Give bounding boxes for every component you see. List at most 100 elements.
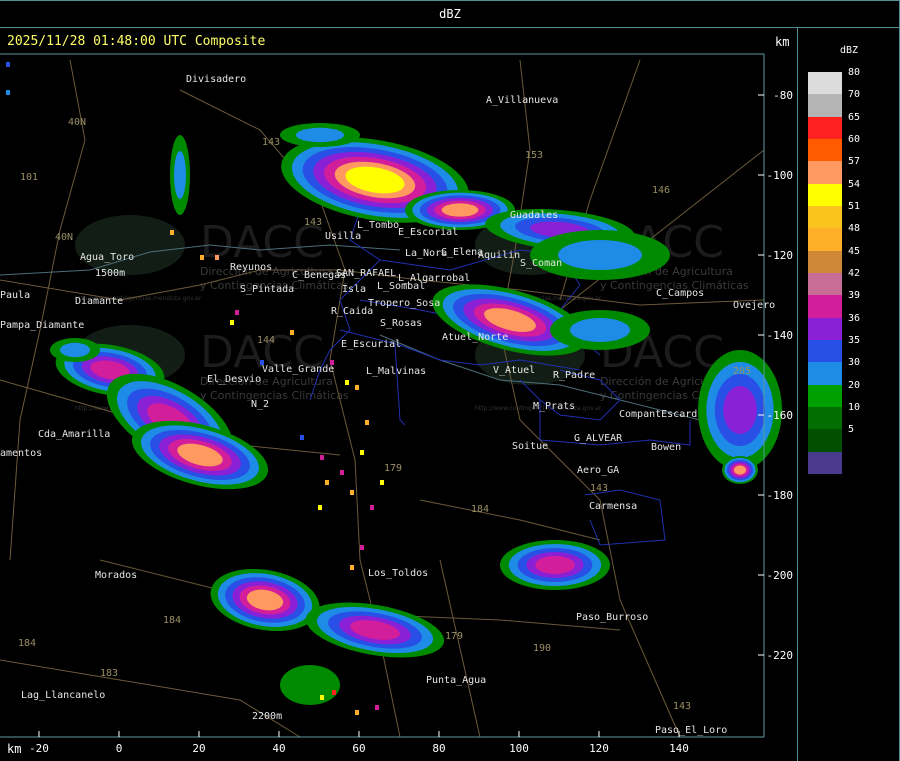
legend-swatch: [808, 317, 842, 341]
place-label[interactable]: Ovejero: [733, 300, 775, 311]
place-label[interactable]: S_Pintada: [240, 284, 294, 295]
place-label[interactable]: C_Elena: [441, 247, 483, 258]
legend-value: 39: [848, 290, 861, 302]
unit-top-label: km: [775, 35, 790, 49]
place-label[interactable]: L_Tombo: [357, 220, 399, 231]
legend-swatch: [808, 228, 842, 252]
place-label[interactable]: E_Escorial: [398, 227, 458, 238]
place-label[interactable]: Reyunos: [230, 262, 272, 273]
place-label[interactable]: M_Prats: [533, 401, 575, 412]
place-label[interactable]: El_Desvio: [207, 374, 261, 385]
place-label[interactable]: G_ALVEAR: [574, 433, 623, 444]
place-label[interactable]: S_Rosas: [380, 318, 422, 329]
legend-value: 5: [848, 424, 855, 436]
y-tick-label: -160: [767, 409, 794, 422]
road-number: 143: [590, 483, 608, 494]
echo-pixel: [370, 505, 374, 510]
place-label[interactable]: Atuel_Norte: [442, 332, 508, 343]
place-label[interactable]: Soitue: [512, 441, 548, 452]
place-label[interactable]: Diamante: [75, 296, 123, 307]
echo-pixel: [350, 565, 354, 570]
place-label[interactable]: Lag_Llancanelo: [21, 690, 105, 701]
legend-swatch: [808, 407, 842, 430]
road-number: 146: [652, 185, 670, 196]
echo-pixel: [355, 385, 359, 390]
legend-value: 48: [848, 223, 861, 235]
place-label[interactable]: Aquilin: [478, 250, 520, 261]
x-tick-label: 40: [272, 742, 285, 755]
echo-pixel: [215, 255, 219, 260]
legend-swatch: [808, 250, 842, 274]
place-label[interactable]: Paula: [0, 290, 30, 301]
dacc-logo-icon: [75, 215, 185, 275]
road-number: 143: [304, 217, 322, 228]
place-label[interactable]: Guadales: [510, 210, 558, 221]
x-tick-label: 140: [669, 742, 689, 755]
place-label[interactable]: Los_Toldos: [368, 568, 428, 579]
place-label[interactable]: R_Caida: [331, 306, 373, 317]
echo-pixel: [332, 690, 336, 695]
place-label[interactable]: Agua_Toro: [80, 252, 134, 263]
place-label[interactable]: Tropero_Sosa: [368, 298, 440, 309]
place-label[interactable]: Cda_Amarilla: [38, 429, 110, 440]
place-label[interactable]: Carmensa: [589, 501, 637, 512]
x-tick-label: 20: [192, 742, 205, 755]
x-tick-label: 80: [432, 742, 445, 755]
legend-swatch: [808, 183, 842, 207]
road-number: 40N: [68, 117, 86, 128]
road-number: 143: [673, 701, 691, 712]
road-number: 153: [525, 150, 543, 161]
place-label[interactable]: Aero_GA: [577, 465, 619, 476]
place-label[interactable]: Isla: [342, 284, 366, 295]
legend-value: 36: [848, 312, 861, 324]
legend-value: 42: [848, 268, 861, 279]
road-line: [9, 59, 86, 561]
place-label[interactable]: E_Escurial: [341, 339, 401, 350]
road-number: 179: [384, 463, 402, 474]
road-number: 184: [163, 615, 181, 626]
echo-cell: [296, 127, 344, 143]
place-label[interactable]: Divisadero: [186, 74, 246, 85]
place-label[interactable]: 2200m: [252, 711, 282, 722]
place-label[interactable]: Paso_Burroso: [576, 612, 648, 623]
place-label[interactable]: L_Sombal: [377, 281, 425, 292]
echo-pixel: [325, 480, 329, 485]
legend-value: 10: [848, 402, 861, 413]
echo-pixel: [365, 420, 369, 425]
place-label[interactable]: L_Malvinas: [366, 366, 426, 377]
place-label[interactable]: C_Campos: [656, 288, 704, 299]
echo-cell: [570, 318, 630, 342]
place-label[interactable]: Valle_Grande: [262, 364, 334, 375]
watermark-line2: y Contingencias Climáticas: [200, 389, 349, 402]
y-tick-label: -100: [767, 169, 794, 182]
echo-cell: [535, 556, 575, 574]
legend-value: 60: [848, 134, 861, 145]
echo-cell: [174, 151, 186, 199]
place-label[interactable]: CompantEscard: [619, 409, 697, 420]
legend-swatch: [808, 340, 842, 363]
legend-value: 54: [848, 178, 861, 190]
place-label[interactable]: A_Villanueva: [486, 95, 558, 106]
place-label[interactable]: R_Padre: [553, 370, 595, 381]
right-panel-divider: [797, 27, 798, 761]
place-label[interactable]: Punta_Agua: [426, 675, 486, 686]
place-label[interactable]: V_Atuel: [493, 365, 535, 376]
place-label[interactable]: S_Coman: [520, 258, 562, 269]
place-label[interactable]: Morados: [95, 570, 137, 581]
place-label[interactable]: N_2: [251, 399, 269, 410]
road-number: 40N: [55, 232, 73, 243]
place-label[interactable]: Usilla: [325, 231, 361, 242]
road-number: 179: [445, 631, 463, 642]
place-label[interactable]: Pampa_Diamante: [0, 320, 84, 331]
place-label[interactable]: Paso_El_Loro: [655, 725, 727, 736]
echo-pixel: [355, 710, 359, 715]
legend-value: 65: [848, 111, 861, 123]
radar-map[interactable]: DACCDirección de Agriculturay Contingenc…: [0, 0, 797, 761]
place-label[interactable]: 1500m: [95, 268, 125, 279]
unit-bottom-label: km: [7, 742, 22, 756]
place-label[interactable]: amentos: [0, 448, 42, 459]
place-label[interactable]: SAN_RAFAEL: [336, 268, 396, 279]
echo-pixel: [350, 490, 354, 495]
place-label[interactable]: Bowen: [651, 442, 681, 453]
legend-title: dBZ: [840, 45, 859, 56]
